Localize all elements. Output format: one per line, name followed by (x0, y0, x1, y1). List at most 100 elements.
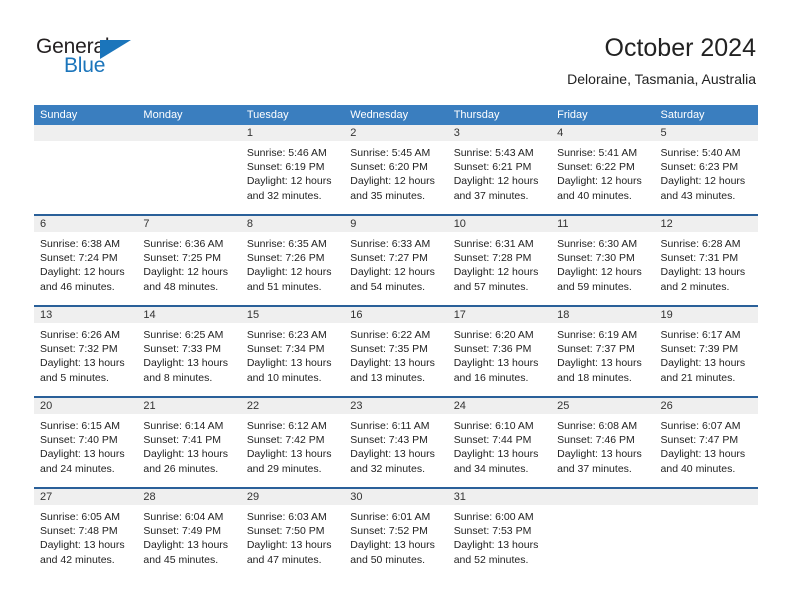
day-number: 12 (654, 216, 758, 232)
day-cell-30[interactable]: 30 Sunrise: 6:01 AM Sunset: 7:52 PM Dayligh… (344, 489, 448, 578)
day-number: 30 (344, 489, 448, 505)
day-cell-11[interactable]: 11 Sunrise: 6:30 AM Sunset: 7:30 PM Dayligh… (551, 216, 655, 305)
day-number: 6 (34, 216, 138, 232)
day-cell-6[interactable]: 6 Sunrise: 6:38 AM Sunset: 7:24 PM Daylight… (34, 216, 138, 305)
day-cell-25[interactable]: 25 Sunrise: 6:08 AM Sunset: 7:46 PM Dayligh… (551, 398, 655, 487)
day-detail-line: and 40 minutes. (557, 189, 632, 202)
day-detail-line: Sunset: 7:39 PM (660, 343, 739, 356)
day-detail-line: Sunrise: 6:25 AM (143, 329, 224, 341)
weekday-header-monday: Monday (143, 109, 183, 121)
day-cell-2[interactable]: 2 Sunrise: 5:45 AM Sunset: 6:20 PM Daylight… (344, 125, 448, 214)
day-detail-line: Sunset: 7:40 PM (40, 434, 118, 447)
day-number (551, 489, 655, 505)
day-cell-12[interactable]: 12 Sunrise: 6:28 AM Sunset: 7:31 PM Dayligh… (654, 216, 758, 305)
day-detail-line: and 13 minutes. (350, 371, 425, 384)
day-details: Sunrise: 5:41 AM Sunset: 6:22 PM Daylight:… (551, 141, 654, 203)
day-cell-3[interactable]: 3 Sunrise: 5:43 AM Sunset: 6:21 PM Daylight… (447, 125, 552, 214)
calendar-page: General Blue October 2024 Deloraine, Tas… (0, 0, 792, 612)
day-details: Sunrise: 5:40 AM Sunset: 6:23 PM Daylight:… (655, 141, 758, 203)
day-number: 13 (34, 307, 138, 323)
day-detail-line: and 52 minutes. (453, 553, 529, 566)
day-number: 18 (551, 307, 655, 323)
day-detail-line: Sunrise: 6:04 AM (143, 511, 224, 523)
day-detail-line: and 21 minutes. (660, 371, 736, 384)
day-cell-20[interactable]: 20 Sunrise: 6:15 AM Sunset: 7:40 PM Dayligh… (34, 398, 138, 487)
weekday-header-friday: Friday (557, 109, 588, 121)
day-detail-line: and 34 minutes. (453, 462, 529, 475)
day-detail-line: Sunrise: 5:41 AM (557, 147, 638, 159)
day-details: Sunrise: 5:43 AM Sunset: 6:21 PM Daylight:… (448, 141, 551, 203)
day-cell-31[interactable]: 31 Sunrise: 6:00 AM Sunset: 7:53 PM Dayligh… (447, 489, 552, 578)
day-cell-7[interactable]: 7 Sunrise: 6:36 AM Sunset: 7:25 PM Daylight… (137, 216, 241, 305)
calendar-week-row: 6 Sunrise: 6:38 AM Sunset: 7:24 PM Daylight… (34, 214, 758, 305)
day-number: 4 (551, 125, 655, 141)
day-cell-14[interactable]: 14 Sunrise: 6:25 AM Sunset: 7:33 PM Dayligh… (137, 307, 241, 396)
day-cell-19[interactable]: 19 Sunrise: 6:17 AM Sunset: 7:39 PM Dayligh… (654, 307, 758, 396)
day-cell-9[interactable]: 9 Sunrise: 6:33 AM Sunset: 7:27 PM Daylight… (344, 216, 448, 305)
day-detail-line: Sunrise: 5:45 AM (350, 147, 431, 159)
day-cell-5[interactable]: 5 Sunrise: 5:40 AM Sunset: 6:23 PM Daylight… (654, 125, 758, 214)
day-detail-line: Daylight: 13 hours (246, 539, 332, 552)
day-cell-10[interactable]: 10 Sunrise: 6:31 AM Sunset: 7:28 PM Dayligh… (447, 216, 552, 305)
day-detail-line: Daylight: 13 hours (453, 448, 539, 461)
day-detail-line: Daylight: 13 hours (453, 357, 539, 370)
page-header: General Blue October 2024 Deloraine, Tas… (0, 0, 792, 100)
day-cell-16[interactable]: 16 Sunrise: 6:22 AM Sunset: 7:35 PM Dayligh… (344, 307, 448, 396)
title-block: October 2024 Deloraine, Tasmania, Austra… (567, 32, 756, 89)
day-detail-line: Sunrise: 5:43 AM (453, 147, 534, 159)
day-number: 22 (240, 398, 345, 414)
day-details: Sunrise: 6:01 AM Sunset: 7:52 PM Daylight:… (344, 505, 447, 567)
day-cell-26[interactable]: 26 Sunrise: 6:07 AM Sunset: 7:47 PM Dayligh… (654, 398, 758, 487)
day-cell-empty (551, 489, 655, 578)
day-detail-line: Sunrise: 6:14 AM (143, 420, 224, 432)
day-detail-line: Sunset: 7:36 PM (453, 343, 532, 356)
day-detail-line: and 59 minutes. (557, 280, 632, 293)
day-cell-15[interactable]: 15 Sunrise: 6:23 AM Sunset: 7:34 PM Dayligh… (240, 307, 345, 396)
day-detail-line: Sunset: 7:24 PM (40, 252, 118, 265)
day-cell-22[interactable]: 22 Sunrise: 6:12 AM Sunset: 7:42 PM Dayligh… (240, 398, 345, 487)
calendar-weeks: 1 Sunrise: 5:46 AM Sunset: 6:19 PM Daylight… (34, 125, 758, 578)
day-detail-line: Sunrise: 5:40 AM (660, 147, 741, 159)
day-details: Sunrise: 6:26 AM Sunset: 7:32 PM Daylight:… (34, 323, 137, 385)
day-detail-line: Daylight: 12 hours (40, 266, 125, 279)
day-details: Sunrise: 6:23 AM Sunset: 7:34 PM Daylight:… (241, 323, 344, 385)
day-details: Sunrise: 6:20 AM Sunset: 7:36 PM Daylight:… (448, 323, 551, 385)
day-number: 14 (137, 307, 241, 323)
day-detail-line: and 35 minutes. (350, 189, 425, 202)
calendar-grid: Sunday Monday Tuesday Wednesday Thursday Frid… (34, 105, 758, 578)
page-subtitle: Deloraine, Tasmania, Australia (567, 71, 756, 87)
day-detail-line: Daylight: 13 hours (660, 266, 746, 279)
day-detail-line: Sunrise: 6:00 AM (453, 511, 534, 523)
day-cell-18[interactable]: 18 Sunrise: 6:19 AM Sunset: 7:37 PM Dayligh… (551, 307, 655, 396)
day-cell-17[interactable]: 17 Sunrise: 6:20 AM Sunset: 7:36 PM Dayligh… (447, 307, 552, 396)
day-cell-1[interactable]: 1 Sunrise: 5:46 AM Sunset: 6:19 PM Daylight… (240, 125, 345, 214)
general-blue-logo[interactable]: General Blue (36, 36, 196, 82)
day-details: Sunrise: 6:15 AM Sunset: 7:40 PM Daylight:… (34, 414, 137, 476)
day-detail-line: Sunrise: 6:22 AM (350, 329, 431, 341)
day-details: Sunrise: 6:28 AM Sunset: 7:31 PM Daylight:… (655, 232, 758, 294)
day-detail-line: Sunrise: 6:11 AM (350, 420, 430, 432)
day-detail-line: Sunset: 7:44 PM (453, 434, 532, 447)
day-number: 8 (240, 216, 345, 232)
day-detail-line: and 43 minutes. (660, 189, 736, 202)
day-detail-line: Daylight: 12 hours (660, 175, 746, 188)
day-detail-line: Sunset: 7:28 PM (453, 252, 532, 265)
calendar-week-row: 27 Sunrise: 6:05 AM Sunset: 7:48 PM Dayligh… (34, 487, 758, 578)
day-detail-line: Daylight: 12 hours (557, 175, 642, 188)
day-cell-13[interactable]: 13 Sunrise: 6:26 AM Sunset: 7:32 PM Dayligh… (34, 307, 138, 396)
day-cell-28[interactable]: 28 Sunrise: 6:04 AM Sunset: 7:49 PM Dayligh… (137, 489, 241, 578)
day-cell-27[interactable]: 27 Sunrise: 6:05 AM Sunset: 7:48 PM Dayligh… (34, 489, 138, 578)
day-cell-8[interactable]: 8 Sunrise: 6:35 AM Sunset: 7:26 PM Daylight… (240, 216, 345, 305)
day-detail-line: Sunset: 6:22 PM (557, 161, 635, 174)
day-cell-4[interactable]: 4 Sunrise: 5:41 AM Sunset: 6:22 PM Daylight… (551, 125, 655, 214)
day-number: 29 (240, 489, 345, 505)
day-cell-24[interactable]: 24 Sunrise: 6:10 AM Sunset: 7:44 PM Dayligh… (447, 398, 552, 487)
day-cell-29[interactable]: 29 Sunrise: 6:03 AM Sunset: 7:50 PM Dayligh… (240, 489, 345, 578)
day-detail-line: Daylight: 13 hours (40, 539, 125, 552)
day-detail-line: Daylight: 13 hours (246, 448, 332, 461)
day-cell-23[interactable]: 23 Sunrise: 6:11 AM Sunset: 7:43 PM Dayligh… (344, 398, 448, 487)
day-detail-line: and 54 minutes. (350, 280, 425, 293)
day-cell-empty (654, 489, 758, 578)
day-number: 26 (654, 398, 758, 414)
day-cell-21[interactable]: 21 Sunrise: 6:14 AM Sunset: 7:41 PM Dayligh… (137, 398, 241, 487)
